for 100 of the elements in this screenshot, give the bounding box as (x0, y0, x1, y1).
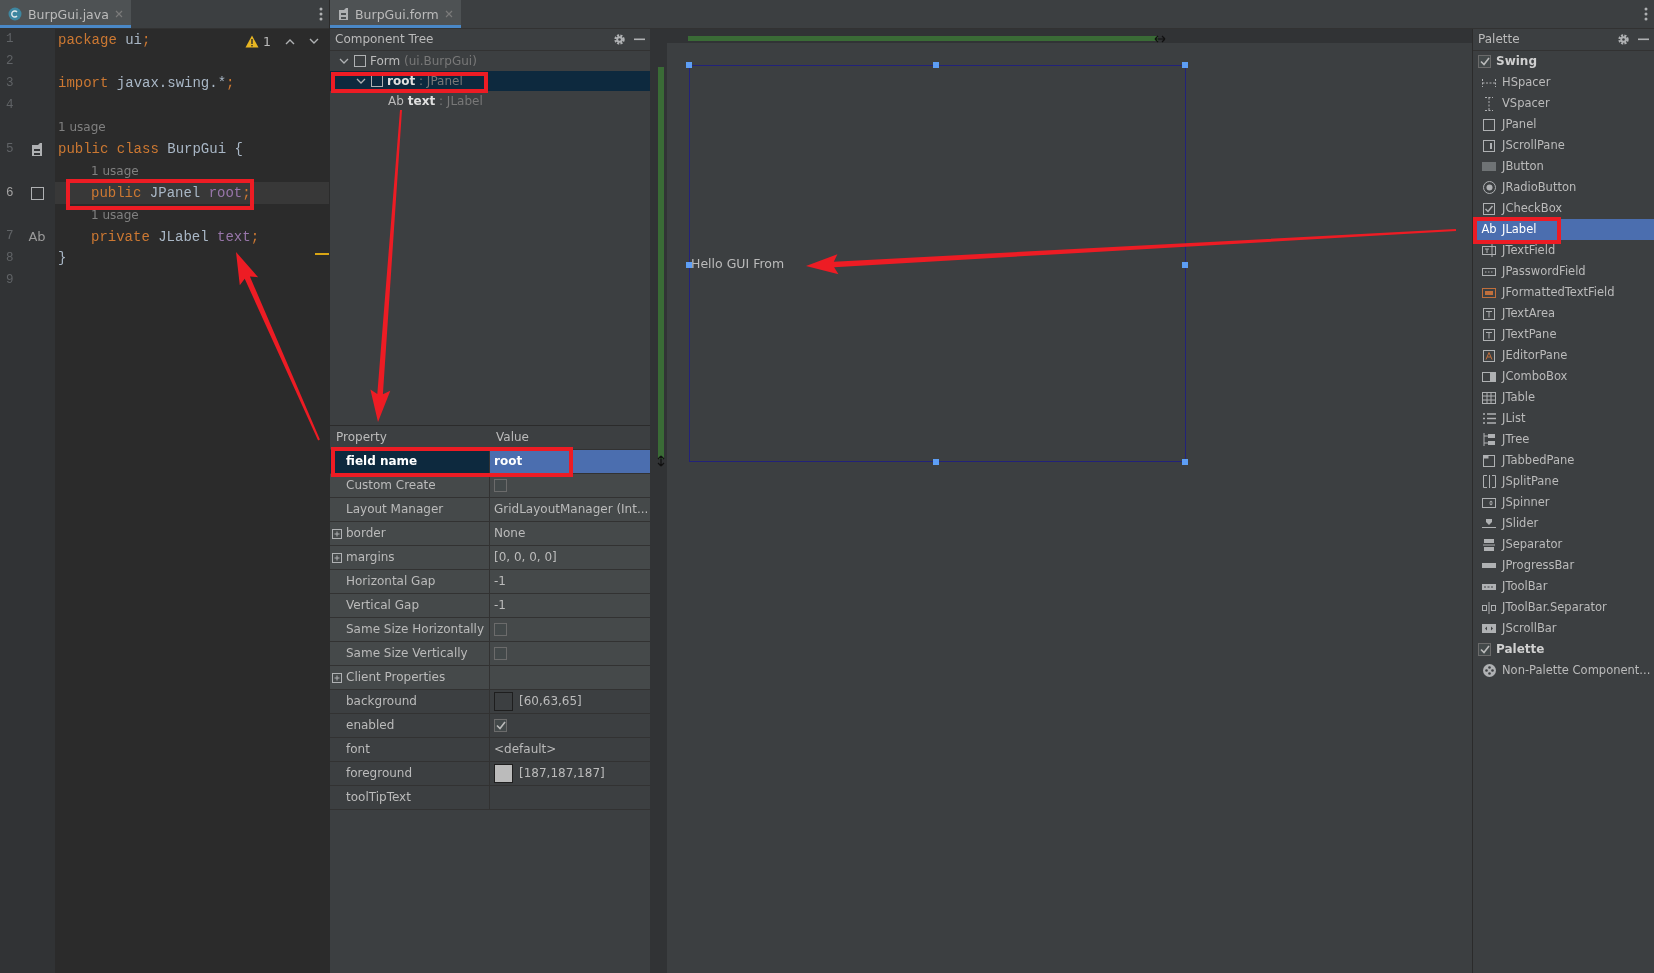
palette-item[interactable]: JList (1473, 408, 1654, 429)
property-name[interactable]: Vertical Gap (330, 594, 490, 618)
value-cell[interactable] (490, 642, 650, 666)
palette-item[interactable]: JScrollBar (1473, 618, 1654, 639)
resize-handle[interactable] (1182, 62, 1188, 68)
value-cell[interactable]: [60,63,65] (490, 690, 650, 714)
text-area-icon (1483, 307, 1495, 320)
settings-icon[interactable] (1617, 33, 1630, 46)
property-name[interactable]: Client Properties (330, 666, 490, 690)
palette-item[interactable]: JSpinner (1473, 492, 1654, 513)
resize-handle[interactable] (686, 62, 692, 68)
property-name[interactable]: Layout Manager (330, 498, 490, 522)
minimize-icon[interactable] (634, 38, 645, 41)
color-swatch[interactable] (494, 764, 513, 783)
value-cell[interactable]: None (490, 522, 650, 546)
palette-item[interactable]: JProgressBar (1473, 555, 1654, 576)
color-swatch[interactable] (494, 692, 513, 711)
checkbox[interactable] (494, 479, 507, 492)
property-name[interactable]: margins (330, 546, 490, 570)
palette-item[interactable]: JTextArea (1473, 303, 1654, 324)
palette-item[interactable]: JRadioButton (1473, 177, 1654, 198)
palette-item[interactable]: JButton (1473, 156, 1654, 177)
document-icon (31, 141, 43, 157)
settings-icon[interactable] (613, 33, 626, 46)
progress-bar-icon (1482, 563, 1496, 568)
checkbox[interactable] (494, 647, 507, 660)
scroll-pane-icon (1483, 139, 1495, 152)
value-cell[interactable]: root (490, 450, 650, 474)
property-name[interactable]: font (330, 738, 490, 762)
value-cell[interactable]: -1 (490, 570, 650, 594)
palette-item[interactable]: VSpacer (1473, 93, 1654, 114)
close-icon[interactable] (114, 10, 123, 18)
more-icon[interactable] (1644, 7, 1648, 21)
checkbox[interactable] (1478, 55, 1491, 68)
more-icon[interactable] (319, 7, 323, 21)
usage-hint: 1 usage (58, 120, 106, 135)
resize-handle[interactable] (1182, 459, 1188, 465)
palette-item[interactable]: JTextField (1473, 240, 1654, 261)
expand-icon[interactable] (332, 553, 342, 563)
square-icon (354, 55, 366, 67)
palette-item[interactable]: Non-Palette Component... (1473, 660, 1654, 681)
expand-icon[interactable] (332, 673, 342, 683)
value-cell[interactable]: -1 (490, 594, 650, 618)
property-name[interactable]: Horizontal Gap (330, 570, 490, 594)
resize-handle[interactable] (686, 262, 692, 268)
property-name[interactable]: background (330, 690, 490, 714)
spinner-icon (1482, 497, 1496, 508)
resize-handle[interactable] (933, 459, 939, 465)
spacer-icon (1484, 96, 1494, 111)
palette-item[interactable]: HSpacer (1473, 72, 1654, 93)
group-title: Palette (1496, 642, 1545, 657)
value-cell[interactable]: GridLayoutManager (Int... (490, 498, 650, 522)
property-name[interactable]: enabled (330, 714, 490, 738)
palette-item[interactable]: JToolBar (1473, 576, 1654, 597)
file-tab[interactable]: BurpGui.form (330, 0, 461, 28)
tree-item[interactable]: Form (ui.BurpGui) (330, 51, 650, 71)
palette-item[interactable]: JFormattedTextField (1473, 282, 1654, 303)
palette-item[interactable]: JSplitPane (1473, 471, 1654, 492)
value-cell[interactable] (490, 618, 650, 642)
property-name[interactable]: Same Size Horizontally (330, 618, 490, 642)
palette-item[interactable]: JScrollPane (1473, 135, 1654, 156)
palette-item[interactable]: JCheckBox (1473, 198, 1654, 219)
palette-item[interactable]: JSlider (1473, 513, 1654, 534)
resize-icon[interactable] (1154, 35, 1166, 43)
chevron-up-icon[interactable] (285, 38, 295, 45)
resize-handle[interactable] (1182, 262, 1188, 268)
resize-icon[interactable] (657, 455, 665, 467)
tabbed-pane-icon (1483, 454, 1495, 467)
value-cell[interactable]: [0, 0, 0, 0] (490, 546, 650, 570)
palette-item[interactable]: JEditorPane (1473, 345, 1654, 366)
palette-item[interactable]: JSeparator (1473, 534, 1654, 555)
expand-icon[interactable] (332, 529, 342, 539)
property-name[interactable]: border (330, 522, 490, 546)
value-cell[interactable] (490, 474, 650, 498)
palette-item[interactable]: JPanel (1473, 114, 1654, 135)
palette-item[interactable]: JTabbedPane (1473, 450, 1654, 471)
warning-stripe (315, 253, 329, 255)
minimize-icon[interactable] (1638, 38, 1649, 41)
checkbox[interactable] (494, 623, 507, 636)
chevron-down-icon[interactable] (309, 38, 319, 45)
palette-item[interactable]: JTable (1473, 387, 1654, 408)
list-icon (1482, 413, 1496, 424)
value-cell[interactable] (490, 666, 650, 690)
property-name[interactable]: foreground (330, 762, 490, 786)
file-tab[interactable]: BurpGui.java (0, 0, 131, 28)
checkbox[interactable] (1478, 643, 1491, 656)
property-name[interactable]: Same Size Vertically (330, 642, 490, 666)
code-line: } (58, 250, 67, 268)
square-icon (371, 75, 383, 87)
tree-item[interactable]: Ab text : JLabel (330, 91, 650, 111)
resize-handle[interactable] (933, 62, 939, 68)
close-icon[interactable] (444, 10, 453, 18)
checkbox[interactable] (494, 719, 507, 732)
palette-item[interactable]: JPasswordField (1473, 261, 1654, 282)
palette-item[interactable]: JTextPane (1473, 324, 1654, 345)
palette-item[interactable]: JToolBar.Separator (1473, 597, 1654, 618)
palette-item[interactable]: JTree (1473, 429, 1654, 450)
value-cell[interactable]: [187,187,187] (490, 762, 650, 786)
property-name[interactable]: toolTipText (330, 786, 490, 810)
palette-item[interactable]: JComboBox (1473, 366, 1654, 387)
